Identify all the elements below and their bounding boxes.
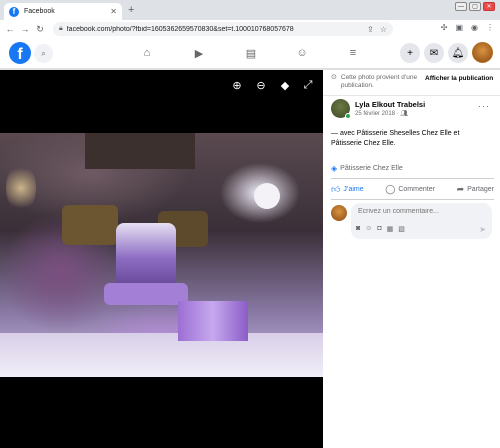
avatar-sticker-icon[interactable]: ◙ bbox=[356, 225, 360, 233]
maximize-button[interactable]: ▢ bbox=[469, 2, 481, 11]
source-notice: ⊙ Cette photo provient d’une publication… bbox=[331, 74, 421, 90]
zoom-out-icon[interactable]: ⊖ bbox=[254, 78, 268, 92]
commenter-avatar[interactable] bbox=[331, 205, 347, 221]
share-button[interactable]: ➦ Partager bbox=[457, 182, 494, 196]
post-details-panel: ⊙ Cette photo provient d’une publication… bbox=[323, 70, 500, 448]
author-avatar[interactable] bbox=[331, 99, 351, 119]
url-text[interactable]: facebook.com/photo/?fbid=160536265957083… bbox=[67, 26, 361, 33]
emoji-icon[interactable]: ☺ bbox=[365, 225, 372, 233]
facebook-favicon-icon: f bbox=[9, 6, 19, 17]
caption-line: Pâtisserie Chez Elle. bbox=[331, 140, 396, 147]
window-controls: — ▢ ✕ bbox=[455, 2, 495, 11]
author-name[interactable]: Lyla Elkout Trabelsi bbox=[355, 100, 425, 109]
comment-button[interactable]: ◯ Commenter bbox=[385, 182, 435, 196]
menu-icon[interactable]: ≡ bbox=[346, 46, 360, 60]
back-icon[interactable]: ← bbox=[4, 24, 16, 34]
browser-tab-strip: f Facebook ✕ + — ▢ ✕ bbox=[0, 0, 500, 20]
fullscreen-icon[interactable]: ⤢ bbox=[301, 78, 315, 92]
post-actions: 👍︎ J’aime ◯ Commenter ➦ Partager bbox=[331, 182, 494, 196]
party-table-photo bbox=[0, 133, 323, 377]
facebook-top-nav: f ⌕ ⌂ ▶ ▤ ☺ ≡ + ✉ 🔔︎ bbox=[0, 38, 500, 69]
more-options-icon[interactable]: ··· bbox=[478, 101, 490, 111]
comment-composer: ◙ ☺ ◘ ▦ ▧ ➤ bbox=[351, 203, 492, 239]
notifications-icon[interactable]: 🔔︎ bbox=[448, 43, 468, 63]
browser-tab[interactable]: f Facebook ✕ bbox=[4, 3, 122, 20]
create-icon[interactable]: + bbox=[400, 43, 420, 63]
groups-icon[interactable]: ☺ bbox=[295, 46, 309, 60]
tab-close-icon[interactable]: ✕ bbox=[110, 7, 117, 16]
post-date[interactable]: 25 février 2018 · bbox=[355, 111, 400, 117]
tag-icon[interactable]: ◆ bbox=[278, 78, 292, 92]
comment-input[interactable] bbox=[358, 208, 486, 215]
divider bbox=[323, 95, 500, 96]
share-label: Partager bbox=[467, 185, 494, 193]
friends-audience-icon: 👥︎ bbox=[400, 111, 408, 117]
camera-icon[interactable]: ◘ bbox=[377, 225, 381, 233]
messenger-icon[interactable]: ✉ bbox=[424, 43, 444, 63]
globe-icon: ⊙ bbox=[331, 74, 337, 81]
divider bbox=[331, 199, 494, 200]
tagged-page-row[interactable]: ◈ Pâtisserie Chez Elle bbox=[331, 164, 403, 173]
extension-icons: ✣ ▣ ◉ ⋮ bbox=[441, 23, 494, 32]
share-arrow-icon: ➦ bbox=[456, 183, 465, 194]
home-icon[interactable]: ⌂ bbox=[140, 46, 154, 60]
profile-icon[interactable]: ◉ bbox=[471, 23, 478, 32]
tagged-page-name[interactable]: Pâtisserie Chez Elle bbox=[340, 165, 403, 172]
gif-icon[interactable]: ▦ bbox=[387, 225, 394, 233]
bookmark-star-icon[interactable]: ☆ bbox=[380, 25, 387, 34]
source-text: Cette photo provient d’une publication. bbox=[340, 74, 418, 89]
comment-bubble-icon: ◯ bbox=[385, 183, 396, 194]
share-page-icon[interactable]: ⇪ bbox=[367, 25, 374, 34]
tag-icon: ◈ bbox=[331, 164, 338, 173]
browser-menu-icon[interactable]: ⋮ bbox=[486, 23, 494, 32]
extensions-puzzle-icon[interactable]: ✣ bbox=[441, 23, 448, 32]
new-tab-button[interactable]: + bbox=[128, 4, 134, 16]
reload-icon[interactable]: ↻ bbox=[34, 24, 46, 35]
account-avatar[interactable] bbox=[472, 42, 493, 63]
marketplace-icon[interactable]: ▤ bbox=[244, 46, 258, 60]
watch-icon[interactable]: ▶ bbox=[192, 46, 206, 60]
tab-title: Facebook bbox=[24, 8, 55, 15]
thumbs-up-icon: 👍︎ bbox=[331, 183, 341, 194]
online-status-dot bbox=[345, 113, 351, 119]
post-caption: — avec Pâtisserie Sheselles Chez Elle et… bbox=[331, 129, 496, 149]
divider bbox=[331, 178, 494, 179]
caption-line: — avec Pâtisserie Sheselles Chez Elle et bbox=[331, 130, 460, 137]
composer-icons: ◙ ☺ ◘ ▦ ▧ bbox=[356, 225, 405, 233]
side-panel-icon[interactable]: ▣ bbox=[455, 23, 463, 32]
facebook-logo[interactable]: f bbox=[9, 42, 31, 64]
address-bar[interactable]: 🔒︎ facebook.com/photo/?fbid=160536265957… bbox=[53, 22, 393, 36]
sticker-icon[interactable]: ▧ bbox=[398, 225, 405, 233]
search-icon[interactable]: ⌕ bbox=[34, 44, 53, 63]
comment-label: Commenter bbox=[398, 185, 435, 193]
send-icon[interactable]: ➤ bbox=[479, 225, 486, 234]
browser-toolbar: ← → ↻ 🔒︎ facebook.com/photo/?fbid=160536… bbox=[0, 20, 500, 38]
zoom-in-icon[interactable]: ⊕ bbox=[230, 78, 244, 92]
like-button[interactable]: 👍︎ J’aime bbox=[331, 182, 364, 196]
forward-icon[interactable]: → bbox=[19, 24, 31, 34]
photo-viewer: ⊕ ⊖ ◆ ⤢ bbox=[0, 70, 323, 448]
minimize-button[interactable]: — bbox=[455, 2, 467, 11]
lock-icon[interactable]: 🔒︎ bbox=[59, 25, 63, 33]
close-window-button[interactable]: ✕ bbox=[483, 2, 495, 11]
show-publication-button[interactable]: Afficher la publication bbox=[425, 75, 494, 82]
like-label: J’aime bbox=[343, 185, 364, 193]
